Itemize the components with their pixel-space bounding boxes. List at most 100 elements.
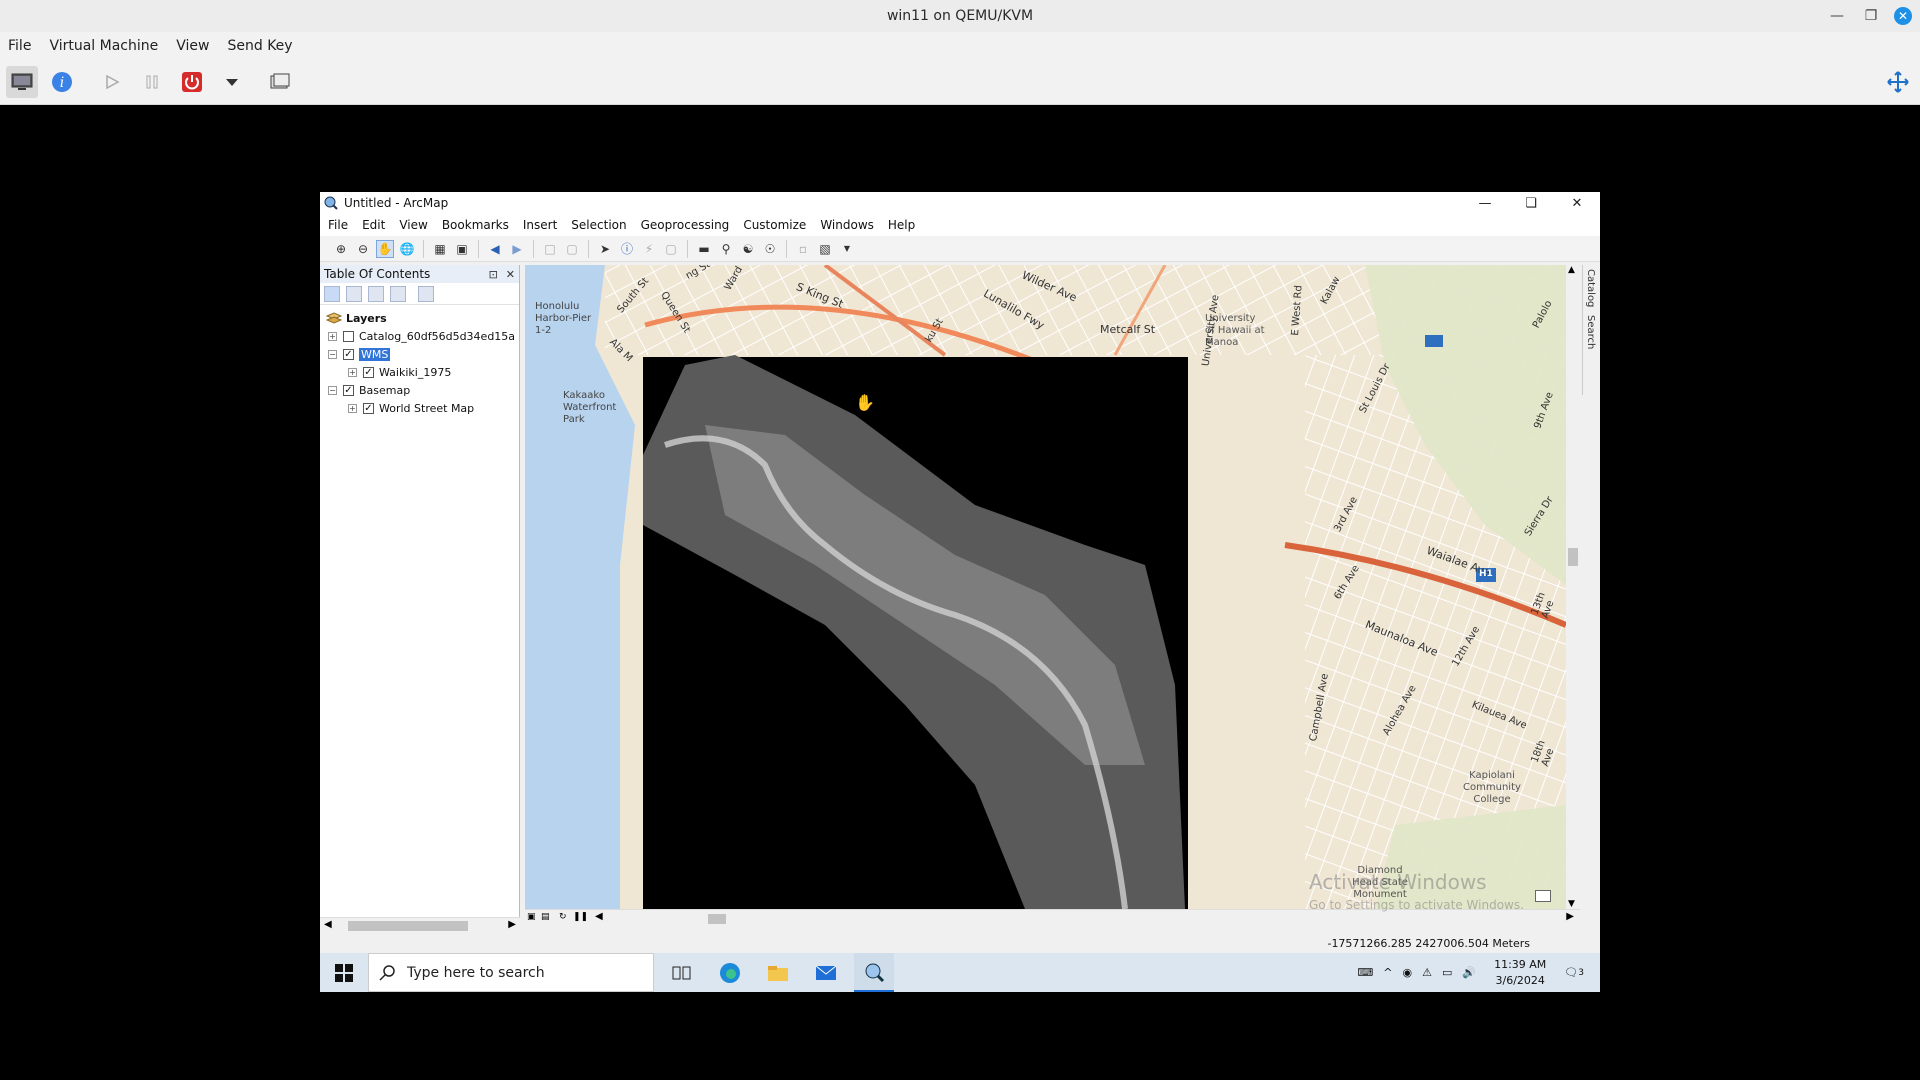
arc-menu-edit[interactable]: Edit — [362, 218, 385, 232]
catalog-tab[interactable]: Catalog — [1583, 265, 1598, 311]
list-by-source-button[interactable] — [346, 285, 362, 302]
fixed-zoom-in-icon[interactable]: ▦ — [431, 240, 449, 258]
fixed-zoom-out-icon[interactable]: ▣ — [453, 240, 471, 258]
arc-menu-geoprocessing[interactable]: Geoprocessing — [641, 218, 730, 232]
console-view-button[interactable] — [6, 66, 38, 98]
map-tips-icon[interactable] — [1535, 890, 1551, 902]
scroll-right-icon[interactable]: ▶ — [1566, 911, 1574, 922]
data-view-icon[interactable]: ▣ — [527, 912, 536, 922]
arc-menu-view[interactable]: View — [399, 218, 427, 232]
xy-icon[interactable]: ☉ — [761, 240, 779, 258]
collapse-icon[interactable]: − — [328, 385, 337, 395]
scroll-down-icon[interactable]: ▼ — [1568, 899, 1575, 909]
list-by-drawing-order-button[interactable] — [324, 285, 340, 302]
zoom-out-icon[interactable]: ⊖ — [354, 240, 372, 258]
arc-menu-selection[interactable]: Selection — [571, 218, 626, 232]
hyperlink-icon[interactable]: ⚡ — [640, 240, 658, 258]
fullscreen-button[interactable] — [1882, 66, 1914, 98]
taskbar-clock[interactable]: 11:39 AM 3/6/2024 — [1494, 957, 1546, 989]
time-slider-icon[interactable]: ▫ — [794, 240, 812, 258]
full-extent-icon[interactable]: 🌐 — [398, 240, 416, 258]
chevron-up-icon[interactable]: ^ — [1383, 966, 1392, 979]
layer-wms[interactable]: − ✓ WMS — [322, 345, 517, 363]
measure-icon[interactable]: ▬ — [695, 240, 713, 258]
shutdown-menu-button[interactable] — [216, 66, 248, 98]
identify-icon[interactable]: ⓘ — [618, 240, 636, 258]
toc-options-button[interactable] — [418, 285, 434, 302]
arc-restore-icon[interactable]: ❏ — [1508, 192, 1554, 214]
viewer-icon[interactable]: ▧ — [816, 240, 834, 258]
list-by-selection-button[interactable] — [390, 285, 406, 302]
menu-file[interactable]: File — [8, 38, 31, 54]
map-vertical-scrollbar[interactable]: ▲ ▼ — [1566, 265, 1580, 909]
forward-icon[interactable]: ▶ — [508, 240, 526, 258]
refresh-icon[interactable]: ↻ — [559, 912, 567, 922]
mail-button[interactable] — [806, 953, 846, 992]
meet-icon[interactable]: ◉ — [1402, 966, 1412, 979]
details-button[interactable]: i — [46, 66, 78, 98]
arc-menu-insert[interactable]: Insert — [523, 218, 557, 232]
expand-icon[interactable]: + — [348, 403, 357, 413]
layout-view-icon[interactable]: ▤ — [541, 912, 550, 922]
toc-close-icon[interactable]: ✕ — [506, 268, 515, 281]
clear-selection-icon[interactable]: ▢ — [563, 240, 581, 258]
pan-icon[interactable]: ✋ — [376, 239, 394, 258]
html-popup-icon[interactable]: ▢ — [662, 240, 680, 258]
street-map-visibility-checkbox[interactable]: ✓ — [363, 402, 374, 414]
file-explorer-button[interactable] — [758, 953, 798, 992]
pause-button[interactable] — [136, 66, 168, 98]
close-icon[interactable]: ✕ — [1894, 7, 1912, 25]
arc-menu-bookmarks[interactable]: Bookmarks — [442, 218, 509, 232]
arcmap-taskbar-button[interactable] — [854, 953, 894, 992]
start-button[interactable] — [320, 953, 368, 992]
route-icon[interactable]: ☯ — [739, 240, 757, 258]
arc-menu-help[interactable]: Help — [888, 218, 915, 232]
find-icon[interactable]: ⚲ — [717, 240, 735, 258]
run-button[interactable] — [96, 66, 128, 98]
expand-icon[interactable]: + — [348, 367, 357, 377]
toolbar-options-icon[interactable]: ▼ — [838, 240, 856, 258]
map-view[interactable]: Honolulu Harbor-Pier 1-2 Kakaako Waterfr… — [525, 265, 1566, 909]
map-vscroll-thumb[interactable] — [1568, 548, 1578, 566]
zoom-in-icon[interactable]: ⊕ — [332, 240, 350, 258]
task-view-button[interactable] — [662, 953, 702, 992]
restore-icon[interactable]: ❐ — [1860, 5, 1882, 27]
layer-waikiki[interactable]: + ✓ Waikiki_1975 — [322, 363, 517, 381]
catalog-visibility-checkbox[interactable] — [343, 330, 354, 342]
wms-visibility-checkbox[interactable]: ✓ — [343, 348, 354, 360]
list-by-visibility-button[interactable] — [368, 285, 384, 302]
layer-basemap[interactable]: − ✓ Basemap — [322, 381, 517, 399]
scroll-left-icon[interactable]: ◀ — [595, 911, 603, 922]
shutdown-button[interactable] — [176, 66, 208, 98]
pin-icon[interactable]: ⊡ — [489, 268, 498, 281]
menu-view[interactable]: View — [176, 38, 209, 54]
scroll-up-icon[interactable]: ▲ — [1568, 265, 1575, 275]
select-features-icon[interactable]: □ — [541, 240, 559, 258]
map-hscroll-thumb[interactable] — [708, 914, 726, 924]
scroll-right-icon[interactable]: ▶ — [508, 919, 516, 930]
layer-world-street-map[interactable]: + ✓ World Street Map — [322, 399, 517, 417]
taskbar-search[interactable]: Type here to search — [368, 953, 654, 992]
scroll-left-icon[interactable]: ◀ — [324, 919, 332, 930]
back-icon[interactable]: ◀ — [486, 240, 504, 258]
volume-icon[interactable]: 🔊 — [1462, 966, 1476, 979]
security-icon[interactable]: ⚠ — [1422, 966, 1432, 979]
collapse-icon[interactable]: − — [328, 349, 337, 359]
layer-catalog[interactable]: + Catalog_60df56d5d34ed15a — [322, 327, 517, 345]
arc-menu-file[interactable]: File — [328, 218, 348, 232]
keyboard-icon[interactable]: ⌨ — [1357, 966, 1373, 979]
toc-horizontal-scrollbar[interactable]: ◀ ▶ — [320, 917, 520, 933]
toc-scroll-thumb[interactable] — [348, 921, 468, 931]
select-elements-icon[interactable]: ➤ — [596, 240, 614, 258]
arc-menu-customize[interactable]: Customize — [743, 218, 806, 232]
edge-button[interactable] — [710, 953, 750, 992]
notifications-icon[interactable]: 🗨 — [1564, 966, 1578, 979]
network-icon[interactable]: ▭ — [1442, 966, 1452, 979]
basemap-visibility-checkbox[interactable]: ✓ — [343, 384, 354, 396]
menu-send-key[interactable]: Send Key — [227, 38, 292, 54]
arc-close-icon[interactable]: ✕ — [1554, 192, 1600, 214]
pause-drawing-icon[interactable]: ❚❚ — [573, 912, 588, 922]
tree-root[interactable]: Layers — [322, 309, 517, 327]
minimize-icon[interactable]: — — [1826, 5, 1848, 27]
expand-icon[interactable]: + — [328, 331, 337, 341]
